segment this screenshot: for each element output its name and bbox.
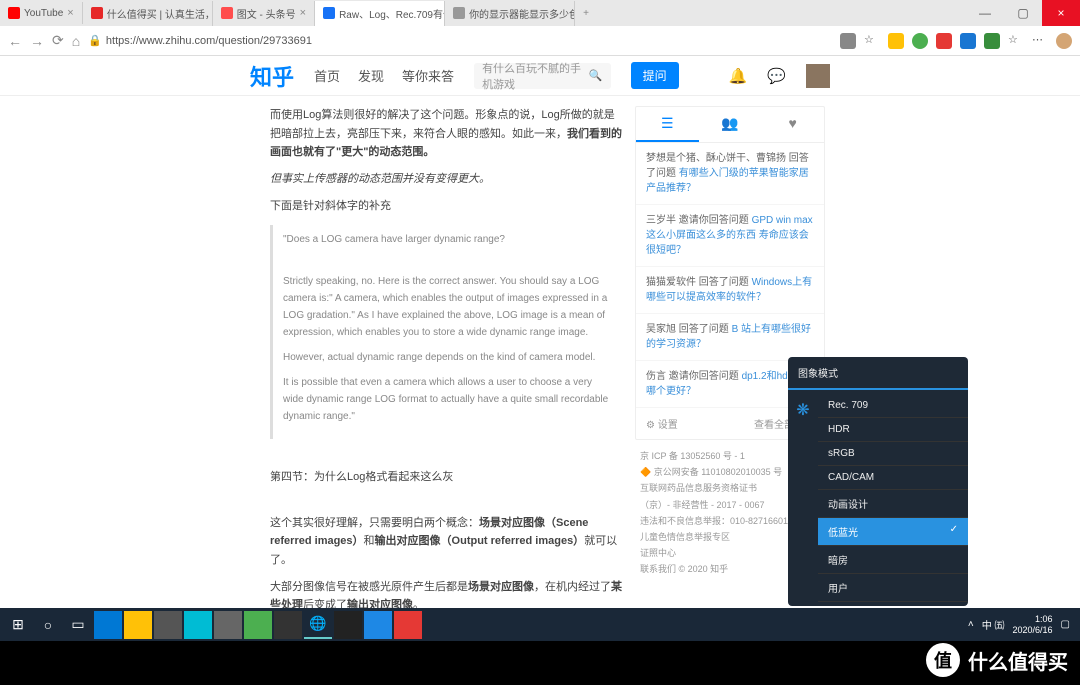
ext-icon[interactable]: ☆ bbox=[1008, 33, 1024, 49]
search-icon[interactable]: 🔍 bbox=[589, 69, 603, 82]
star-icon[interactable]: ☆ bbox=[864, 33, 880, 49]
new-tab-button[interactable]: + bbox=[575, 3, 597, 24]
ext-icon[interactable] bbox=[936, 33, 952, 49]
taskbar-app-active[interactable]: 🌐 bbox=[304, 611, 332, 639]
page-icon bbox=[453, 7, 465, 19]
tab-people[interactable]: 👥 bbox=[699, 107, 762, 142]
nav-discover[interactable]: 发现 bbox=[358, 66, 384, 85]
blockquote: "Does a LOG camera have larger dynamic r… bbox=[270, 225, 625, 439]
taskbar-app[interactable] bbox=[274, 611, 302, 639]
search-input[interactable]: 有什么百玩不腻的手机游戏🔍 bbox=[474, 63, 611, 89]
back-button[interactable]: ← bbox=[8, 33, 22, 49]
browser-tab-active[interactable]: Raw、Log、Rec.709有什么区别× bbox=[315, 1, 445, 26]
search-button[interactable]: ○ bbox=[34, 611, 62, 639]
osd-item-active[interactable]: 低蓝光✓ bbox=[818, 518, 968, 546]
osd-item[interactable]: HDR bbox=[818, 418, 968, 442]
article-content: 而使用Log算法则很好的解决了这个问题。形象点的说，Log所做的就是把暗部拉上去… bbox=[270, 106, 625, 608]
minimize-button[interactable]: — bbox=[966, 0, 1004, 26]
message-icon[interactable]: 💬 bbox=[767, 67, 786, 85]
tab-heart[interactable]: ♥ bbox=[761, 107, 824, 142]
maximize-button[interactable]: ▢ bbox=[1004, 0, 1042, 26]
monitor-osd-menu: 图象模式 ❋ Rec. 709 HDR sRGB CAD/CAM 动画设计 低蓝… bbox=[788, 357, 968, 606]
home-button[interactable]: ⌂ bbox=[72, 33, 80, 49]
browser-tab[interactable]: 图文 - 头条号× bbox=[213, 1, 315, 26]
osd-item[interactable]: 暗房 bbox=[818, 546, 968, 574]
tray-chevron[interactable]: ˄ bbox=[968, 619, 974, 630]
close-icon[interactable]: × bbox=[300, 7, 306, 19]
watermark: 值 什么值得买 bbox=[926, 643, 1068, 677]
osd-item[interactable]: Rec. 709 bbox=[818, 394, 968, 418]
notification-item[interactable]: 吴家旭 回答了问题 B 站上有哪些很好的学习资源？ bbox=[636, 314, 824, 361]
nav-home[interactable]: 首页 bbox=[314, 66, 340, 85]
smzdm-icon bbox=[91, 7, 103, 19]
gear-icon: ❋ bbox=[796, 400, 809, 420]
zhihu-header: 知乎 首页 发现 等你来答 有什么百玩不腻的手机游戏🔍 提问 🔔 💬 bbox=[0, 56, 1080, 96]
zhihu-logo[interactable]: 知乎 bbox=[250, 60, 294, 92]
browser-tab[interactable]: 你的显示器能显示多少色彩？| ...× bbox=[445, 1, 575, 26]
osd-item[interactable]: 用户 bbox=[818, 574, 968, 602]
taskbar-app[interactable] bbox=[364, 611, 392, 639]
avatar[interactable] bbox=[806, 64, 830, 88]
browser-tab-bar: YouTube× 什么值得买 | 认真生活，好好花× 图文 - 头条号× Raw… bbox=[0, 0, 1080, 26]
taskbar-app[interactable] bbox=[154, 611, 182, 639]
taskbar-app[interactable] bbox=[244, 611, 272, 639]
zhihu-icon bbox=[323, 7, 335, 19]
tab-list[interactable]: ☰ bbox=[636, 107, 699, 142]
taskbar-clock[interactable]: 1:06 2020/6/16 bbox=[1013, 614, 1053, 636]
youtube-icon bbox=[8, 7, 20, 19]
browser-tab[interactable]: YouTube× bbox=[0, 2, 83, 24]
start-button[interactable]: ⊞ bbox=[4, 611, 32, 639]
lock-icon: 🔒 bbox=[88, 34, 102, 47]
close-window-button[interactable]: × bbox=[1042, 0, 1080, 26]
osd-item[interactable]: 动画设计 bbox=[818, 490, 968, 518]
osd-item[interactable]: sRGB bbox=[818, 442, 968, 466]
address-bar: ← → ⟳ ⌂ 🔒https://www.zhihu.com/question/… bbox=[0, 26, 1080, 56]
settings-link[interactable]: ⚙ 设置 bbox=[646, 416, 678, 431]
ext-icon[interactable] bbox=[960, 33, 976, 49]
taskbar-app[interactable] bbox=[124, 611, 152, 639]
taskbar-app[interactable] bbox=[214, 611, 242, 639]
ext-icon[interactable] bbox=[984, 33, 1000, 49]
close-icon[interactable]: × bbox=[67, 7, 73, 19]
notification-item[interactable]: 三岁半 邀请你回答问题 GPD win max这么小屏面这么多的东西 寿命应该会… bbox=[636, 205, 824, 267]
forward-button[interactable]: → bbox=[30, 33, 44, 49]
task-view-button[interactable]: ▭ bbox=[64, 611, 92, 639]
menu-icon[interactable]: ⋯ bbox=[1032, 33, 1048, 49]
browser-tab[interactable]: 什么值得买 | 认真生活，好好花× bbox=[83, 1, 213, 26]
taskbar-app[interactable] bbox=[94, 611, 122, 639]
ext-icon[interactable] bbox=[840, 33, 856, 49]
refresh-button[interactable]: ⟳ bbox=[52, 32, 64, 49]
taskbar-app[interactable] bbox=[394, 611, 422, 639]
url-input[interactable]: 🔒https://www.zhihu.com/question/29733691 bbox=[88, 34, 832, 47]
tray-lang[interactable]: 中 ㈤ bbox=[982, 617, 1005, 632]
notification-item[interactable]: 猫猫爱软件 回答了问题 Windows上有哪些可以提高效率的软件？ bbox=[636, 267, 824, 314]
taskbar-app[interactable] bbox=[184, 611, 212, 639]
ext-icon[interactable] bbox=[888, 33, 904, 49]
watermark-badge: 值 bbox=[926, 643, 960, 677]
profile-icon[interactable] bbox=[1056, 33, 1072, 49]
ask-button[interactable]: 提问 bbox=[631, 62, 679, 89]
osd-item[interactable]: CAD/CAM bbox=[818, 466, 968, 490]
taskbar-app[interactable] bbox=[334, 611, 362, 639]
nav-answer[interactable]: 等你来答 bbox=[402, 66, 454, 85]
check-icon: ✓ bbox=[950, 524, 958, 539]
notification-item[interactable]: 梦想是个猪、酥心饼干、曹锦扬 回答了问题 有哪些入门级的苹果智能家居产品推荐？ bbox=[636, 143, 824, 205]
toutiao-icon bbox=[221, 7, 233, 19]
osd-title: 图象模式 bbox=[788, 357, 968, 390]
notification-center-icon[interactable]: ▢ bbox=[1061, 619, 1070, 630]
extension-icons: ☆ ☆ ⋯ bbox=[840, 33, 1072, 49]
ext-icon[interactable] bbox=[912, 33, 928, 49]
windows-taskbar: ⊞ ○ ▭ 🌐 ˄ 中 ㈤ 1:06 2020/6/16 ▢ bbox=[0, 608, 1080, 641]
notification-icon[interactable]: 🔔 bbox=[729, 67, 748, 85]
